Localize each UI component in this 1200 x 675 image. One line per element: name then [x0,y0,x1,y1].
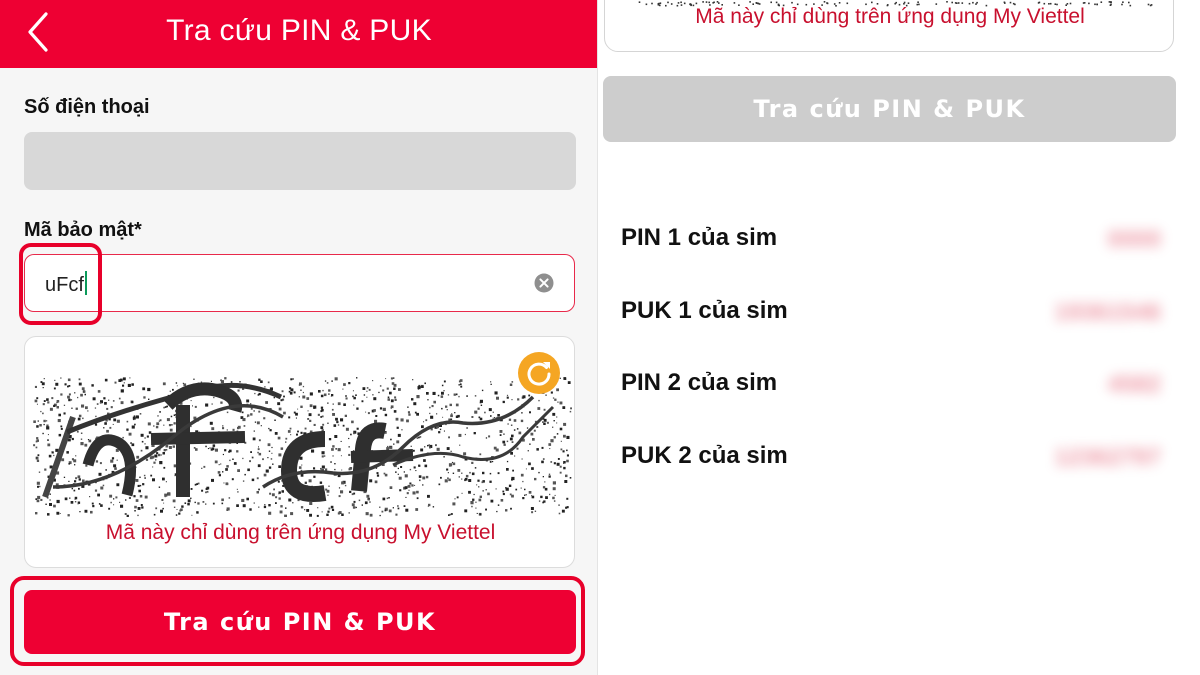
refresh-icon [527,362,551,386]
result-label: PIN 1 của sim [621,224,778,251]
result-value-blurred: 12362797 [1054,444,1161,471]
result-value-blurred: 0000 [1107,226,1161,253]
result-row-puk1: PUK 1 của sim 19361546 [621,297,1161,333]
refresh-captcha-button[interactable] [518,352,560,394]
page-title: Tra cứu PIN & PUK [166,14,432,47]
result-row-pin1: PIN 1 của sim 0000 [621,224,1161,260]
security-code-label: Mã bảo mật* [24,219,142,241]
result-value-blurred: 4582 [1107,371,1161,398]
captcha-note: Mã này chỉ dùng trên ứng dụng My Viettel [695,5,1085,28]
app-header: Tra cứu PIN & PUK [0,0,598,68]
captcha-note: Mã này chỉ dùng trên ứng dụng My Viettel [105,521,496,544]
phone-input[interactable] [24,132,576,190]
lookup-result-screen: Mã này chỉ dùng trên ứng dụng My Viettel… [598,0,1200,675]
result-label: PUK 2 của sim [621,442,788,469]
lookup-form-screen: Tra cứu PIN & PUK Số điện thoại Mã bảo m… [0,0,598,675]
result-label: PUK 1 của sim [621,297,788,324]
phone-label: Số điện thoại [24,96,150,118]
result-label: PIN 2 của sim [621,369,778,396]
result-value-blurred: 19361546 [1054,299,1161,326]
captcha-image [33,377,572,517]
result-row-puk2: PUK 2 của sim 12362797 [621,442,1161,478]
result-row-pin2: PIN 2 của sim 4582 [621,369,1161,405]
captcha-card: Mã này chỉ dùng trên ứng dụng My Viettel [24,336,575,568]
highlight-frame-submit [10,576,585,666]
highlight-frame-security-code [19,243,102,325]
security-code-input[interactable]: uFcf [24,254,575,312]
captcha-card-partial: Mã này chỉ dùng trên ứng dụng My Viettel [604,0,1174,52]
clear-icon[interactable] [534,273,554,293]
lookup-pin-puk-button-disabled[interactable]: Tra cứu PIN & PUK [603,76,1176,142]
